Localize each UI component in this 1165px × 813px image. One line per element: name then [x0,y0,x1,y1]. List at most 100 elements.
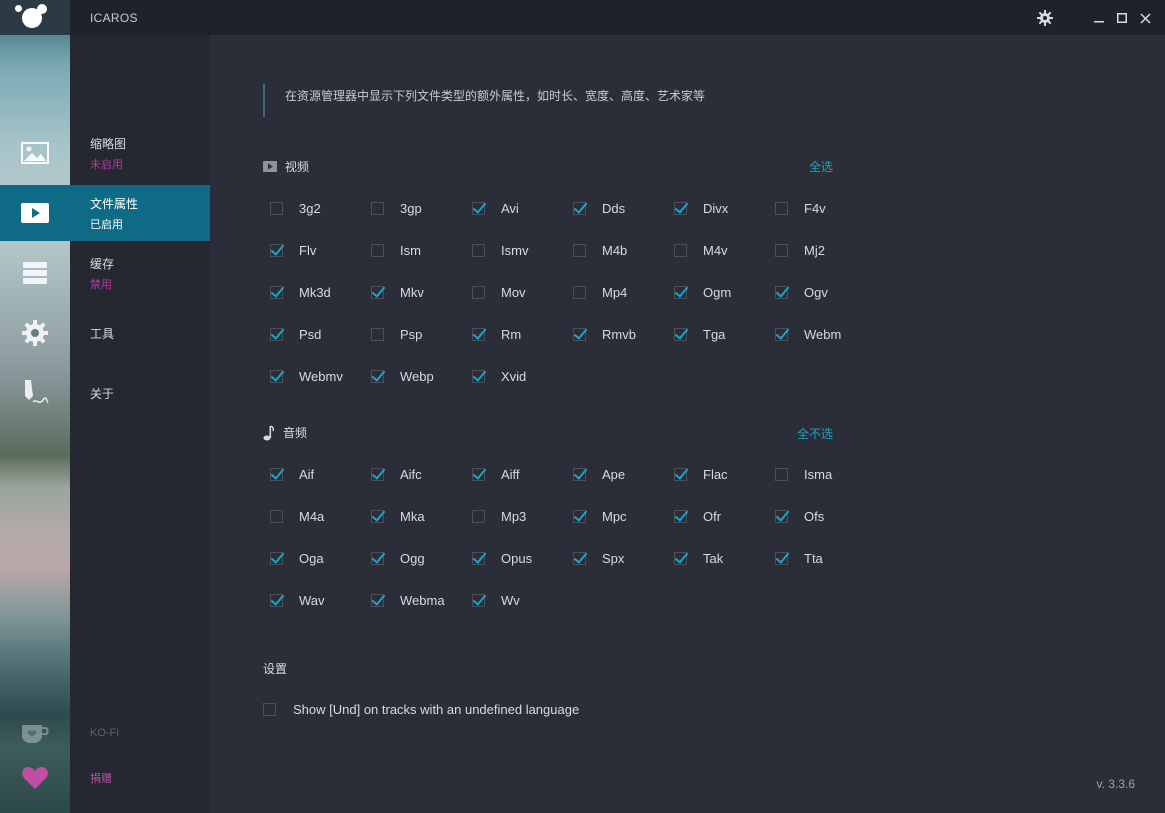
about-tab-icon[interactable] [0,365,70,421]
checkbox-box[interactable] [371,202,384,215]
format-checkbox[interactable]: Mj2 [775,243,825,258]
format-checkbox[interactable]: Ofs [775,509,824,524]
format-checkbox[interactable]: Mp3 [472,509,526,524]
checkbox-box[interactable] [573,202,586,215]
format-checkbox[interactable]: Webma [371,593,445,608]
checkbox-box[interactable] [371,328,384,341]
thumbnails-tab-icon[interactable] [0,125,70,181]
checkbox-box[interactable] [775,468,788,481]
checkbox-box[interactable] [775,328,788,341]
maximize-button[interactable] [1110,6,1134,30]
checkbox-box[interactable] [573,244,586,257]
audio-deselect-all-link[interactable]: 全不选 [797,425,833,442]
format-checkbox[interactable]: Ism [371,243,421,258]
checkbox-box[interactable] [573,552,586,565]
format-checkbox[interactable]: Tga [674,327,725,342]
checkbox-box[interactable] [270,328,283,341]
checkbox-box[interactable] [472,370,485,383]
checkbox-box[interactable] [472,202,485,215]
nav-item-cache[interactable]: 缓存 禁用 [70,245,210,301]
settings-button[interactable] [1033,6,1057,30]
und-language-checkbox[interactable]: Show [Und] on tracks with an undefined l… [263,702,579,717]
checkbox-box[interactable] [472,286,485,299]
checkbox-box[interactable] [472,468,485,481]
format-checkbox[interactable]: Dds [573,201,625,216]
format-checkbox[interactable]: Webmv [270,369,343,384]
format-checkbox[interactable]: F4v [775,201,826,216]
checkbox-box[interactable] [270,286,283,299]
format-checkbox[interactable]: Mkv [371,285,424,300]
checkbox-box[interactable] [270,594,283,607]
checkbox-box[interactable] [472,594,485,607]
checkbox-box[interactable] [270,244,283,257]
format-checkbox[interactable]: Xvid [472,369,526,384]
donate-icon-button[interactable] [0,750,70,806]
checkbox-box[interactable] [270,552,283,565]
checkbox-box[interactable] [270,468,283,481]
format-checkbox[interactable]: Webm [775,327,841,342]
checkbox-box[interactable] [371,286,384,299]
donate-link[interactable]: 捐赠 [90,770,112,786]
format-checkbox[interactable]: Tta [775,551,823,566]
properties-tab-icon[interactable] [0,185,70,241]
format-checkbox[interactable]: Wav [270,593,325,608]
format-checkbox[interactable]: Ogm [674,285,731,300]
format-checkbox[interactable]: Rm [472,327,521,342]
format-checkbox[interactable]: Aif [270,467,314,482]
checkbox-box[interactable] [573,328,586,341]
format-checkbox[interactable]: Psp [371,327,422,342]
format-checkbox[interactable]: Ape [573,467,625,482]
format-checkbox[interactable]: Ismv [472,243,528,258]
format-checkbox[interactable]: Aiff [472,467,520,482]
format-checkbox[interactable]: Ofr [674,509,721,524]
checkbox-box[interactable] [263,703,276,716]
format-checkbox[interactable]: Tak [674,551,723,566]
cache-tab-icon[interactable] [0,245,70,301]
format-checkbox[interactable]: Oga [270,551,324,566]
nav-item-thumbnails[interactable]: 缩略图 未启用 [70,125,210,181]
checkbox-box[interactable] [371,552,384,565]
nav-item-properties[interactable]: 文件属性 已启用 [70,185,210,241]
format-checkbox[interactable]: Mp4 [573,285,627,300]
checkbox-box[interactable] [371,244,384,257]
checkbox-box[interactable] [674,552,687,565]
minimize-button[interactable] [1087,6,1111,30]
format-checkbox[interactable]: Mka [371,509,425,524]
checkbox-box[interactable] [270,202,283,215]
format-checkbox[interactable]: Mpc [573,509,627,524]
kofi-link[interactable]: KO-FI [90,727,119,739]
format-checkbox[interactable]: Ogg [371,551,425,566]
checkbox-box[interactable] [371,468,384,481]
format-checkbox[interactable]: Ogv [775,285,828,300]
format-checkbox[interactable]: M4v [674,243,728,258]
checkbox-box[interactable] [371,510,384,523]
checkbox-box[interactable] [270,370,283,383]
nav-item-about[interactable]: 关于 [70,365,210,421]
format-checkbox[interactable]: Flac [674,467,728,482]
format-checkbox[interactable]: M4b [573,243,627,258]
format-checkbox[interactable]: Divx [674,201,728,216]
format-checkbox[interactable]: Mov [472,285,526,300]
close-button[interactable] [1133,6,1157,30]
checkbox-box[interactable] [270,510,283,523]
format-checkbox[interactable]: M4a [270,509,324,524]
checkbox-box[interactable] [371,370,384,383]
checkbox-box[interactable] [775,286,788,299]
checkbox-box[interactable] [674,286,687,299]
format-checkbox[interactable]: Aifc [371,467,422,482]
checkbox-box[interactable] [371,594,384,607]
checkbox-box[interactable] [674,328,687,341]
checkbox-box[interactable] [573,286,586,299]
checkbox-box[interactable] [674,468,687,481]
checkbox-box[interactable] [472,510,485,523]
checkbox-box[interactable] [775,244,788,257]
format-checkbox[interactable]: Webp [371,369,434,384]
format-checkbox[interactable]: 3g2 [270,201,321,216]
format-checkbox[interactable]: Spx [573,551,624,566]
checkbox-box[interactable] [674,202,687,215]
checkbox-box[interactable] [472,328,485,341]
checkbox-box[interactable] [775,202,788,215]
video-select-all-link[interactable]: 全选 [809,158,833,175]
checkbox-box[interactable] [573,510,586,523]
format-checkbox[interactable]: Psd [270,327,321,342]
